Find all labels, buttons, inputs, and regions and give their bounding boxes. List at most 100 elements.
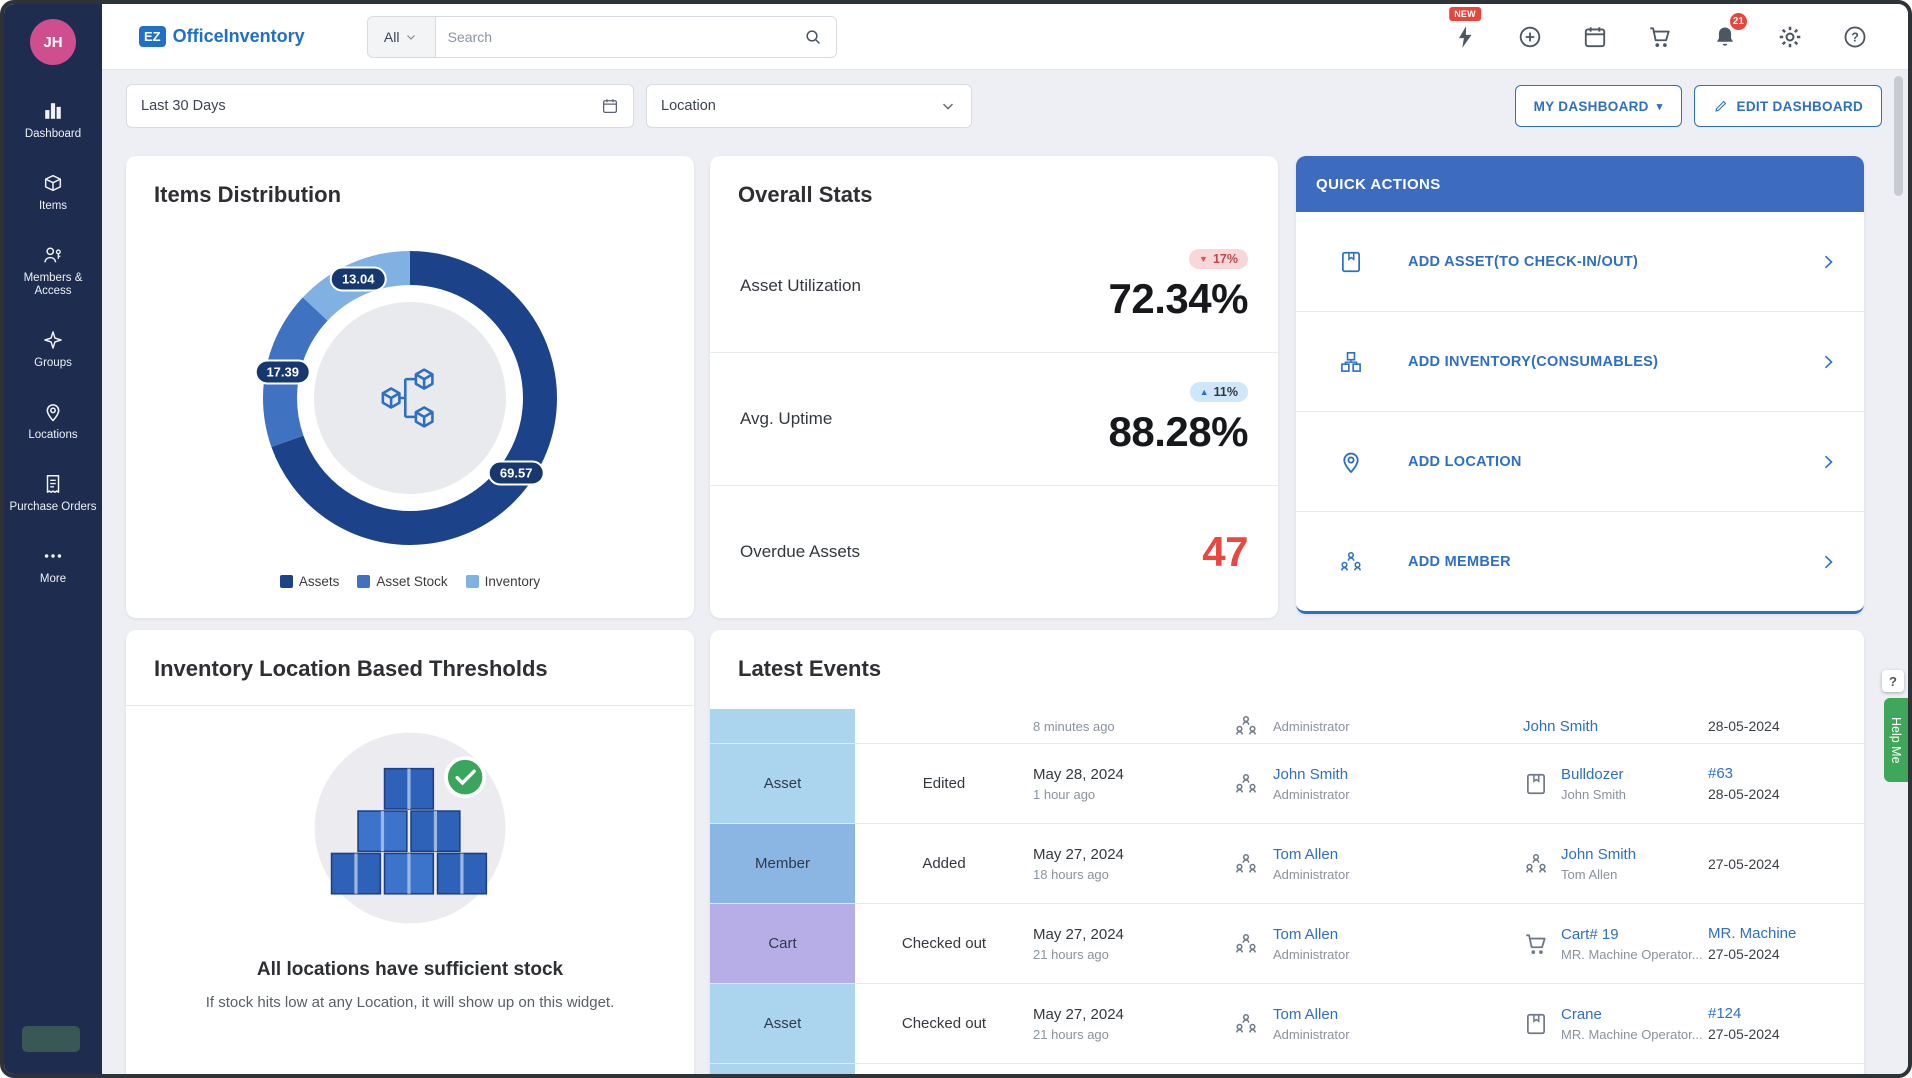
sidebar-item-dashboard[interactable]: Dashboard — [4, 85, 102, 157]
dashboard-icon — [42, 100, 64, 122]
event-item-sub: MR. Machine Operator... — [1561, 947, 1703, 962]
sidebar-item-groups[interactable]: Groups — [4, 314, 102, 386]
event-user-role: Administrator — [1273, 947, 1350, 962]
event-time-ago: 18 hours ago — [1033, 867, 1233, 882]
quick-action-add-asset[interactable]: ADD ASSET(TO CHECK-IN/OUT) — [1296, 212, 1864, 311]
event-type-chip: Member — [710, 824, 855, 903]
donut-value-label: 13.04 — [330, 266, 387, 291]
thresholds-subtext: If stock hits low at any Location, it wi… — [126, 994, 694, 1011]
member-team-icon — [1338, 549, 1364, 575]
quick-action-add-member[interactable]: ADD MEMBER — [1296, 511, 1864, 611]
whats-new-button[interactable]: NEW — [1452, 24, 1478, 50]
event-ref-link[interactable]: #124 — [1708, 1005, 1842, 1022]
event-ref-date: 27-05-2024 — [1708, 946, 1842, 962]
date-range-value: Last 30 Days — [141, 98, 226, 114]
items-illustration-icon — [351, 339, 469, 457]
event-item-link[interactable]: John Smith — [1523, 718, 1598, 735]
help-icon — [1842, 24, 1868, 50]
page-scrollbar[interactable] — [1894, 76, 1903, 196]
event-item: Bulldozer John Smith — [1523, 744, 1708, 823]
event-row-partial — [710, 1064, 1864, 1078]
event-ref: 27-05-2024 — [1708, 824, 1864, 903]
event-item-link[interactable]: Bulldozer — [1561, 766, 1626, 783]
sidebar-item-locations[interactable]: Locations — [4, 386, 102, 458]
new-badge: NEW — [1449, 7, 1481, 21]
stat-value: 47 — [1202, 528, 1248, 576]
edit-dashboard-label: EDIT DASHBOARD — [1737, 99, 1863, 114]
help-me-tab[interactable]: Help Me — [1884, 698, 1908, 782]
event-action: Edited — [855, 744, 1033, 823]
app-logo[interactable]: EZ OfficeInventory — [139, 26, 305, 47]
event-item: Cart# 19 MR. Machine Operator... — [1523, 904, 1708, 983]
event-row: Member Added May 27, 2024 18 hours ago T… — [710, 824, 1864, 904]
stat-label: Asset Utilization — [740, 276, 861, 296]
search-scope-select[interactable]: All — [368, 17, 436, 57]
legend-swatch — [466, 575, 479, 588]
help-button[interactable] — [1842, 24, 1868, 50]
delta-badge-down: ▼ 17% — [1189, 249, 1248, 269]
event-item-link[interactable]: Cart# 19 — [1561, 926, 1703, 943]
event-ref-link[interactable]: MR. Machine — [1708, 925, 1842, 942]
event-item-link[interactable]: Crane — [1561, 1006, 1703, 1023]
sidebar-item-more[interactable]: More — [4, 530, 102, 602]
calendar-button[interactable] — [1582, 24, 1608, 50]
cart-icon — [1523, 931, 1549, 957]
quick-action-add-inventory[interactable]: ADD INVENTORY(CONSUMABLES) — [1296, 311, 1864, 411]
event-user-link[interactable]: Tom Allen — [1273, 846, 1350, 863]
event-user-link[interactable]: Tom Allen — [1273, 926, 1350, 943]
team-icon — [1233, 931, 1259, 957]
avatar[interactable]: JH — [30, 19, 76, 65]
divider — [126, 705, 694, 706]
plus-circle-icon — [1517, 24, 1543, 50]
search-icon[interactable] — [803, 27, 823, 47]
sidebar-item-purchase-orders[interactable]: Purchase Orders — [4, 458, 102, 530]
stat-row-overdue-assets: Overdue Assets 47 — [710, 485, 1278, 618]
event-user: Tom Allen Administrator — [1233, 824, 1523, 903]
location-filter[interactable]: Location — [646, 84, 972, 128]
chat-widget-sliver[interactable] — [22, 1026, 80, 1052]
donut-legend: Assets Asset Stock Inventory — [126, 574, 694, 589]
help-question-button[interactable]: ? — [1882, 670, 1904, 692]
settings-button[interactable] — [1777, 24, 1803, 50]
sidebar-item-members-access[interactable]: Members & Access — [4, 229, 102, 315]
quick-action-add-location[interactable]: ADD LOCATION — [1296, 411, 1864, 511]
event-user-link[interactable]: Tom Allen — [1273, 1006, 1350, 1023]
event-item: John Smith — [1523, 709, 1708, 743]
my-dashboard-button[interactable]: MY DASHBOARD ▾ — [1515, 85, 1682, 127]
cart-button[interactable] — [1647, 24, 1673, 50]
event-ref-date: 27-05-2024 — [1708, 856, 1842, 872]
date-range-picker[interactable]: Last 30 Days — [126, 84, 634, 128]
event-date-value: May 27, 2024 — [1033, 926, 1233, 943]
search-input[interactable] — [436, 29, 803, 45]
quick-add-button[interactable] — [1517, 24, 1543, 50]
calendar-icon — [1582, 24, 1608, 50]
event-item-sub: MR. Machine Operator... — [1561, 1027, 1703, 1042]
thresholds-card: Inventory Location Based Thresholds — [126, 630, 694, 1078]
event-item-sub: Tom Allen — [1561, 867, 1636, 882]
event-type-chip — [710, 1064, 855, 1078]
sidebar-item-label: Locations — [28, 429, 77, 443]
stat-label: Avg. Uptime — [740, 409, 832, 429]
event-user-link[interactable]: John Smith — [1273, 766, 1350, 783]
event-type-chip — [710, 709, 855, 743]
event-action: Checked out — [855, 984, 1033, 1063]
stat-value: 88.28% — [1109, 408, 1248, 456]
global-search: All — [367, 16, 837, 58]
event-time-ago: 1 hour ago — [1033, 787, 1233, 802]
team-icon — [1233, 771, 1259, 797]
asset-card-icon — [1523, 1011, 1549, 1037]
card-title: Latest Events — [710, 630, 1864, 682]
event-ref-link[interactable]: #63 — [1708, 765, 1842, 782]
stat-row-asset-utilization: Asset Utilization ▼ 17% 72.34% — [710, 220, 1278, 352]
event-ref-date: 27-05-2024 — [1708, 1026, 1842, 1042]
event-row: Cart Checked out May 27, 2024 21 hours a… — [710, 904, 1864, 984]
edit-dashboard-button[interactable]: EDIT DASHBOARD — [1694, 85, 1882, 127]
dashboard-content: Last 30 Days Location MY DASHBOARD ▾ EDI… — [102, 70, 1908, 1074]
notifications-button[interactable]: 21 — [1712, 24, 1738, 50]
event-row: Asset Edited May 28, 2024 1 hour ago Joh… — [710, 744, 1864, 824]
event-item-link[interactable]: John Smith — [1561, 846, 1636, 863]
team-icon — [1233, 713, 1259, 739]
legend-item-asset-stock: Asset Stock — [357, 574, 447, 589]
items-distribution-donut: 69.5717.3913.04 — [260, 248, 560, 548]
sidebar-item-items[interactable]: Items — [4, 157, 102, 229]
